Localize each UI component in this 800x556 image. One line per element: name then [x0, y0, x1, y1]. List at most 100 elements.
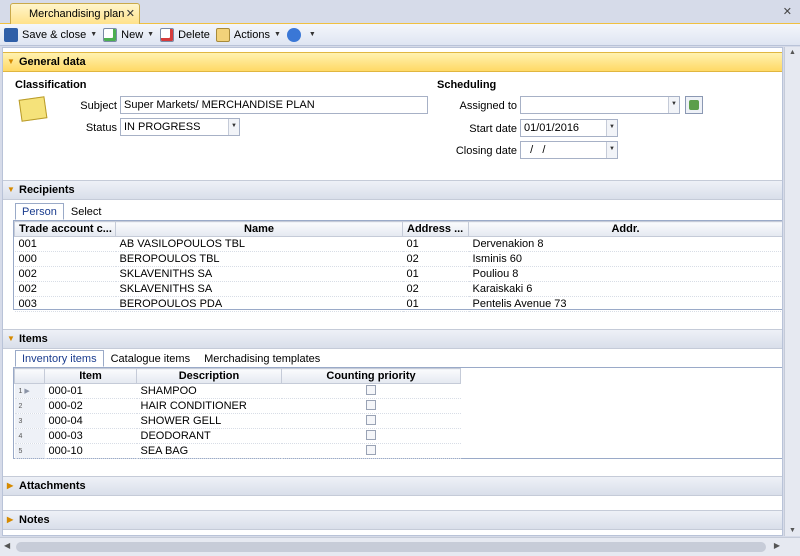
horizontal-scrollbar[interactable]: ◀ ▶	[0, 537, 800, 556]
vertical-scrollbar[interactable]: ▲ ▼	[784, 47, 800, 536]
cell: 000	[14, 251, 116, 267]
lookup-button[interactable]	[685, 96, 703, 114]
counting-priority-cell	[281, 413, 461, 429]
counting-priority-checkbox[interactable]	[366, 429, 376, 440]
save-close-button[interactable]: Save & close ▼	[4, 27, 97, 42]
chevron-down-icon[interactable]: ▼	[309, 31, 316, 38]
section-notes[interactable]: ▶ Notes	[3, 510, 782, 530]
chevron-down-icon[interactable]: ▼	[228, 119, 239, 135]
table-row[interactable]: 2 000-02 HAIR CONDITIONER	[14, 398, 461, 414]
start-date-input[interactable]: 01/01/2016 ▼	[520, 119, 618, 137]
column-item[interactable]: Item	[44, 368, 137, 384]
new-button[interactable]: New ▼	[103, 27, 154, 42]
actions-button[interactable]: Actions ▼	[215, 27, 281, 42]
counting-priority-checkbox[interactable]	[366, 414, 376, 425]
window-close-icon[interactable]: ✕	[783, 5, 792, 18]
cell: 000-04	[44, 413, 137, 429]
section-title: Items	[19, 333, 48, 345]
subject-input[interactable]: Super Markets/ MERCHANDISE PLAN	[120, 96, 428, 114]
cell: HAIR CONDITIONER	[136, 398, 282, 414]
tab-close-icon[interactable]: ✕	[126, 7, 135, 20]
scrollbar-thumb[interactable]	[16, 542, 766, 552]
recipients-grid: Trade account c... Name Address ... Addr…	[13, 220, 782, 312]
table-row[interactable]: 4 000-03 DEODORANT	[14, 428, 461, 444]
cell: 002	[14, 266, 116, 282]
tab-person[interactable]: Person	[15, 203, 64, 220]
chevron-down-icon[interactable]: ▼	[606, 120, 617, 136]
items-tabs: Inventory items Catalogue items Merchadi…	[15, 350, 327, 367]
column-counting-priority[interactable]: Counting priority	[281, 368, 461, 384]
chevron-down-icon[interactable]: ▼	[147, 31, 154, 38]
scroll-down-icon[interactable]: ▼	[789, 527, 796, 534]
closing-date-label: Closing date	[455, 145, 517, 157]
cell: SKLAVENITHS SA	[115, 281, 403, 297]
recipients-tabs: Person Select	[15, 203, 108, 220]
table-row[interactable]: 5 000-10 SEA BAG	[14, 443, 461, 459]
cell: 02	[402, 251, 469, 267]
cell: DEODORANT	[136, 428, 282, 444]
closing-date-input[interactable]: / / ▼	[520, 141, 618, 159]
column-address-code[interactable]: Address ...	[402, 221, 469, 237]
counting-priority-cell	[281, 428, 461, 444]
tab-catalogue-items[interactable]: Catalogue items	[104, 350, 198, 367]
column-name[interactable]: Name	[115, 221, 403, 237]
row-pointer-icon: ▶	[24, 388, 30, 395]
counting-priority-checkbox[interactable]	[366, 444, 376, 455]
column-trade-account[interactable]: Trade account c...	[14, 221, 116, 237]
table-row[interactable]: 001 AB VASILOPOULOS TBL 01 Dervenakion 8	[14, 236, 782, 252]
cell: Isminis 60	[468, 251, 782, 267]
chevron-down-icon[interactable]: ▼	[606, 142, 617, 158]
delete-label: Delete	[178, 28, 210, 41]
section-general-data[interactable]: ▼ General data	[3, 52, 782, 72]
table-row[interactable]: 003 BEROPOULOS PDA 01 Pentelis Avenue 73	[14, 296, 782, 312]
cell: 000-01	[44, 383, 137, 399]
chevron-down-icon[interactable]: ▼	[668, 97, 679, 113]
table-row[interactable]: 002 SKLAVENITHS SA 01 Pouliou 8	[14, 266, 782, 282]
section-attachments[interactable]: ▶ Attachments	[3, 476, 782, 496]
cell: 02	[402, 281, 469, 297]
cell: 002	[14, 281, 116, 297]
counting-priority-checkbox[interactable]	[366, 384, 376, 395]
table-row[interactable]: 002 SKLAVENITHS SA 02 Karaiskaki 6	[14, 281, 782, 297]
delete-button[interactable]: Delete	[160, 27, 210, 42]
cell: SEA BAG	[136, 443, 282, 459]
actions-label: Actions	[233, 28, 270, 41]
tab-merchandising-plan[interactable]: Merchandising plan ✕	[10, 3, 140, 24]
status-select[interactable]: IN PROGRESS ▼	[120, 118, 240, 136]
section-recipients[interactable]: ▼ Recipients	[3, 180, 782, 200]
help-button[interactable]: ▼	[286, 27, 316, 42]
tab-inventory-items[interactable]: Inventory items	[15, 350, 104, 367]
chevron-down-icon[interactable]: ▼	[90, 31, 97, 38]
table-row[interactable]: 3 000-04 SHOWER GELL	[14, 413, 461, 429]
cell: 003	[14, 296, 116, 312]
toolbar: Save & close ▼ New ▼ Delete Actions ▼ ▼	[0, 24, 800, 46]
row-number: 3	[14, 413, 45, 429]
scroll-right-icon[interactable]: ▶	[774, 541, 780, 550]
cell: SHAMPOO	[136, 383, 282, 399]
column-address[interactable]: Addr.	[468, 221, 782, 237]
chevron-down-icon[interactable]: ▼	[274, 31, 281, 38]
expand-arrow-icon: ▼	[7, 334, 15, 343]
note-pencil-icon	[18, 96, 48, 122]
delete-icon	[160, 27, 175, 42]
counting-priority-checkbox[interactable]	[366, 399, 376, 410]
tab-select[interactable]: Select	[64, 203, 109, 220]
tab-title: Merchandising plan	[29, 8, 125, 20]
column-description[interactable]: Description	[136, 368, 282, 384]
scroll-left-icon[interactable]: ◀	[4, 541, 10, 550]
scheduling-heading: Scheduling	[437, 79, 497, 91]
tab-merchandising-templates[interactable]: Merchadising templates	[197, 350, 327, 367]
scroll-up-icon[interactable]: ▲	[789, 49, 796, 56]
cell: Dervenakion 8	[468, 236, 782, 252]
collapsed-arrow-icon: ▶	[7, 515, 14, 524]
cell: 000-03	[44, 428, 137, 444]
save-close-label: Save & close	[22, 28, 87, 41]
table-row[interactable]: 000 BEROPOULOS TBL 02 Isminis 60	[14, 251, 782, 267]
assigned-to-select[interactable]: ▼	[520, 96, 680, 114]
save-icon	[4, 27, 18, 42]
section-items[interactable]: ▼ Items	[3, 329, 782, 349]
table-row[interactable]: 1 ▶ 000-01 SHAMPOO	[14, 383, 461, 399]
recipients-table: Trade account c... Name Address ... Addr…	[14, 221, 782, 312]
counting-priority-cell	[281, 443, 461, 459]
start-date-label: Start date	[469, 123, 517, 135]
